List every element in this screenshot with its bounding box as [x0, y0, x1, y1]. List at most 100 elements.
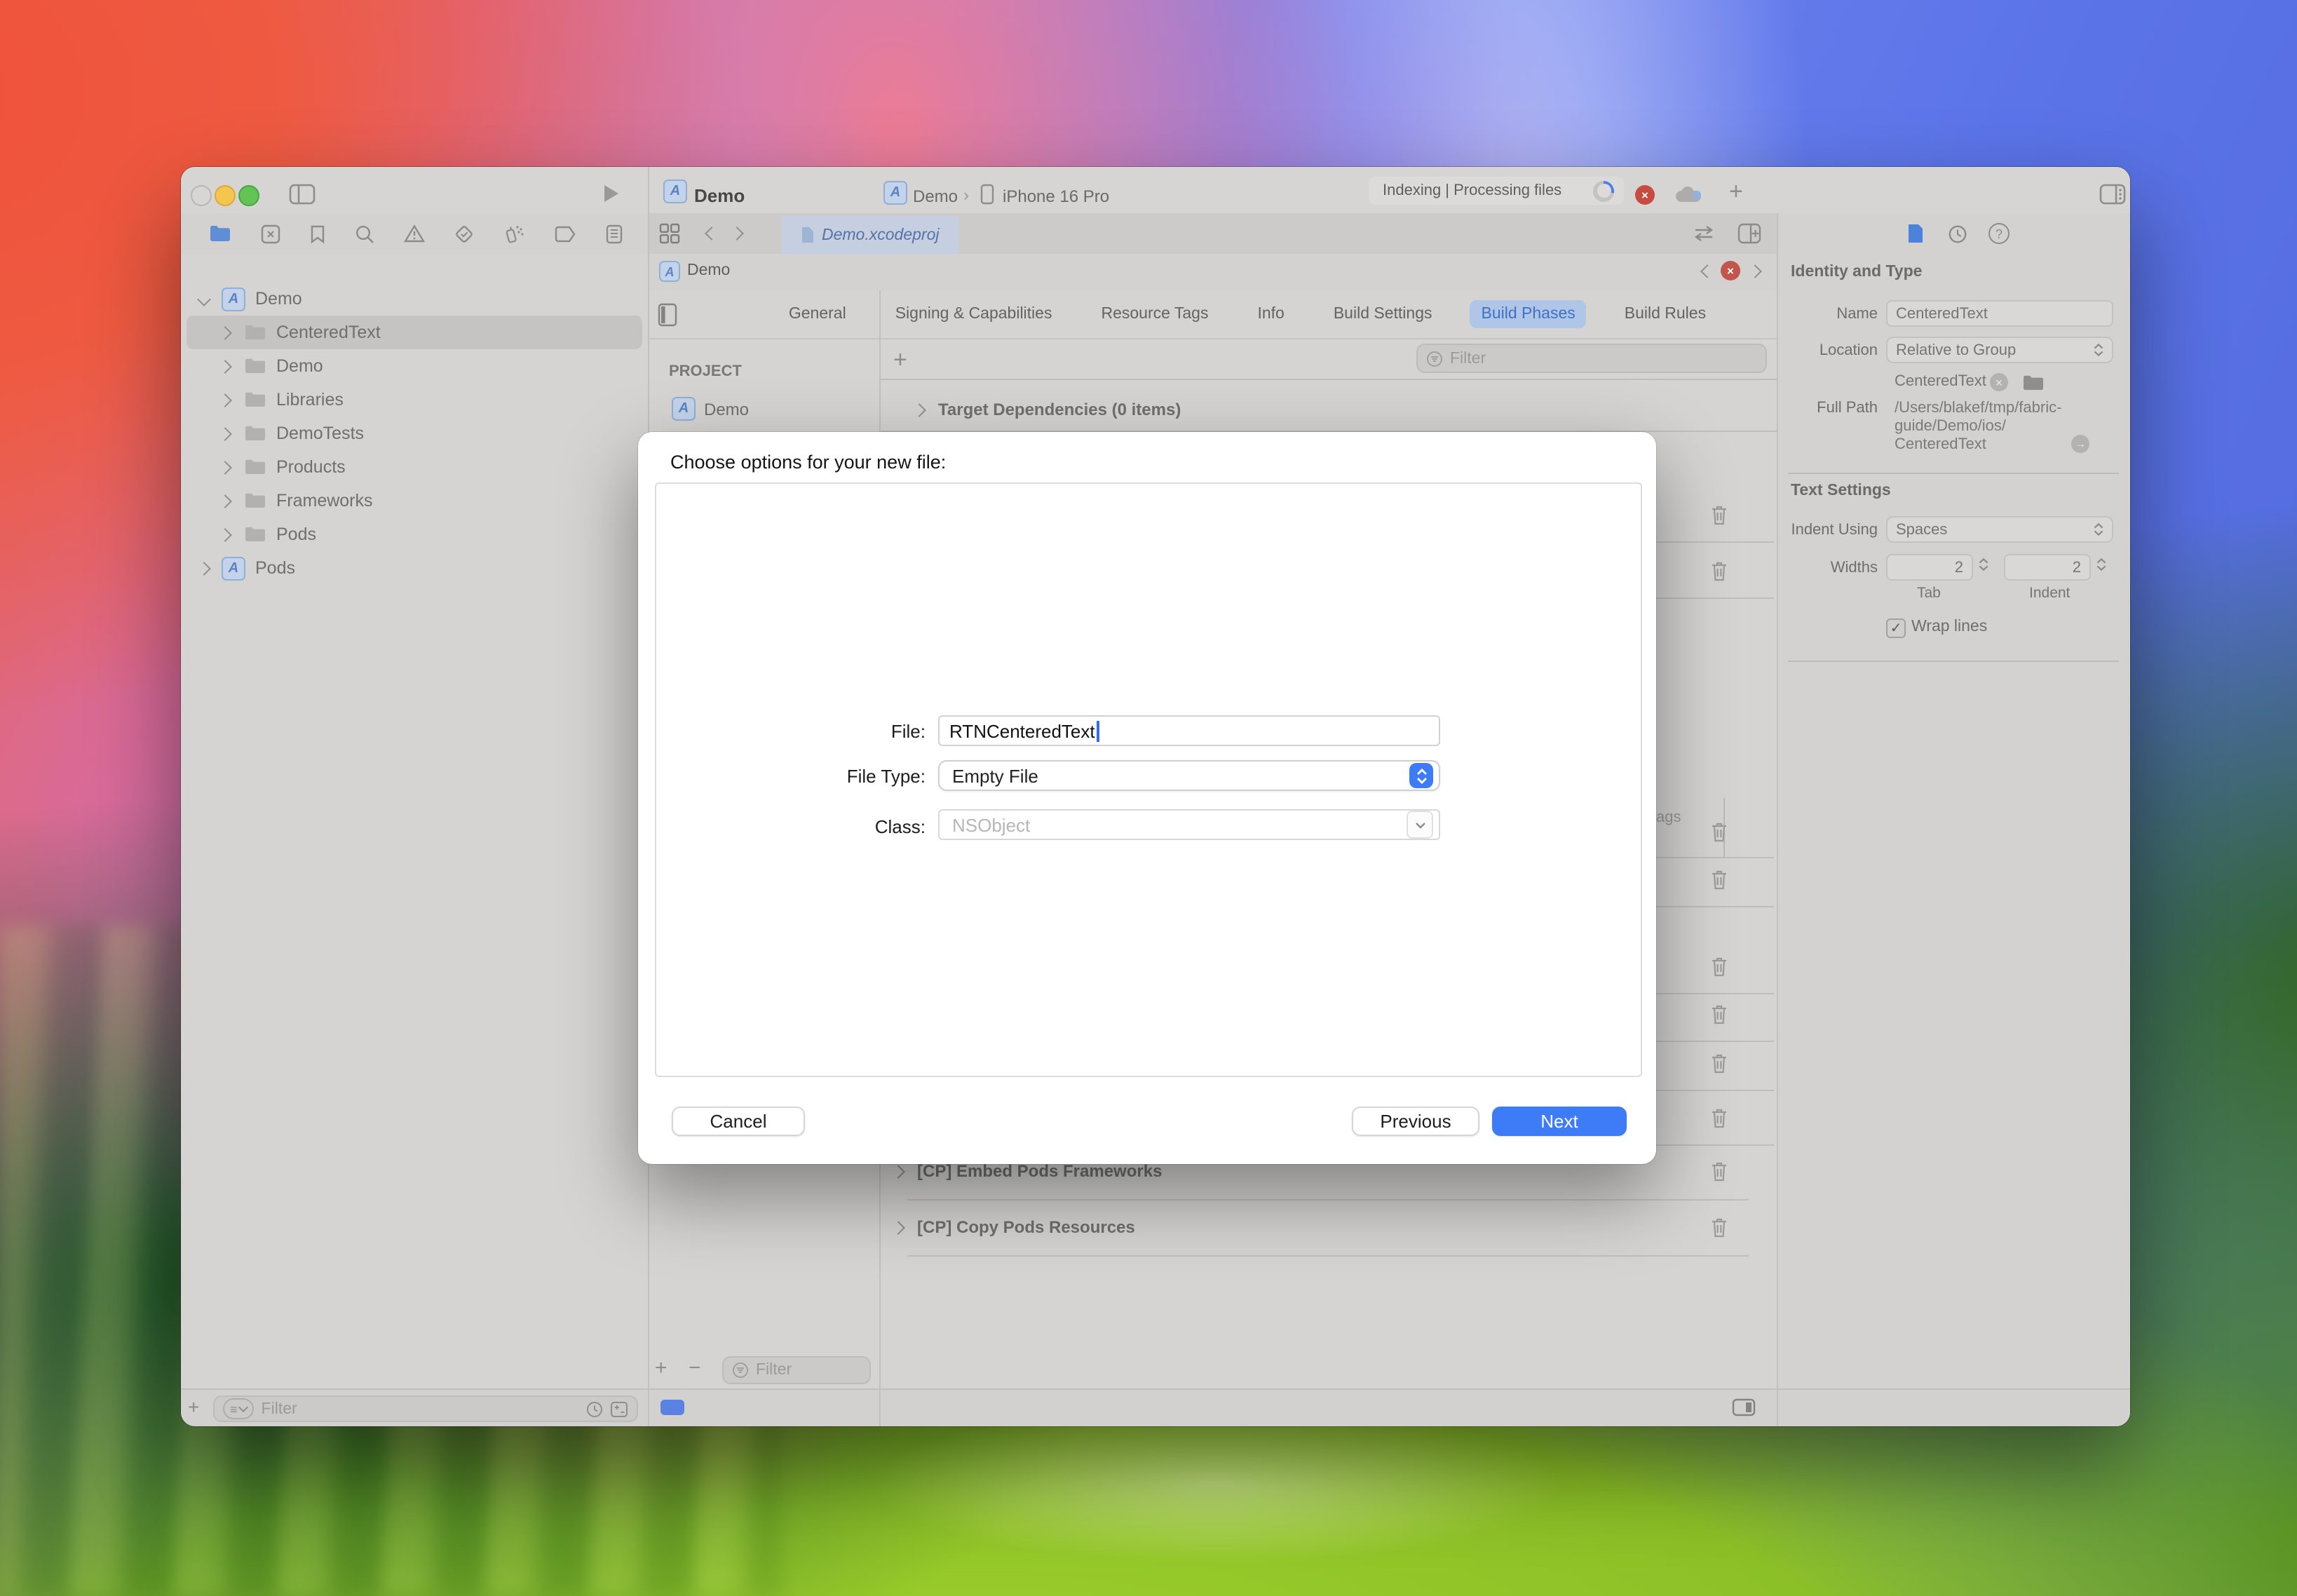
- wrap-lines-checkbox[interactable]: ✓: [1886, 618, 1906, 638]
- popup-stepper-icon: [2094, 523, 2103, 536]
- filter-icon: [732, 1362, 749, 1379]
- full-path-line1: /Users/blakef/tmp/fabric-: [1895, 400, 2061, 417]
- run-button[interactable]: [603, 184, 620, 203]
- changes-navigator-icon[interactable]: [261, 224, 280, 243]
- navigator-filter[interactable]: ≡ Filter: [213, 1395, 638, 1422]
- tab-build-settings[interactable]: Build Settings: [1322, 300, 1444, 328]
- tab-width-stepper[interactable]: [1979, 558, 1988, 571]
- tree-item-demo-project[interactable]: A Demo: [181, 282, 648, 316]
- trash-icon[interactable]: [1709, 503, 1729, 526]
- previous-button[interactable]: Previous: [1352, 1107, 1479, 1136]
- file-type-popup[interactable]: Empty File: [938, 760, 1440, 791]
- trash-icon[interactable]: [1709, 820, 1729, 843]
- zoom-button[interactable]: [238, 185, 259, 206]
- forward-icon[interactable]: [730, 226, 744, 241]
- navigator-add-button[interactable]: +: [188, 1395, 199, 1418]
- trash-icon[interactable]: [1709, 560, 1729, 582]
- row-target-dependencies[interactable]: Target Dependencies (0 items): [914, 400, 1181, 419]
- editor-tab[interactable]: Demo.xcodeproj: [781, 216, 958, 254]
- close-button[interactable]: [191, 185, 212, 206]
- row-copy-pods-resources[interactable]: [CP] Copy Pods Resources: [893, 1217, 1135, 1237]
- trash-icon[interactable]: [1709, 1003, 1729, 1025]
- recent-files-clock-icon[interactable]: [586, 1400, 603, 1417]
- trash-icon[interactable]: [1709, 1052, 1729, 1074]
- add-button[interactable]: +: [1729, 178, 1743, 206]
- tree-item-products[interactable]: Products: [181, 450, 648, 484]
- scheme-separator: ›: [963, 185, 969, 205]
- activity-status-text: Indexing | Processing files: [1383, 182, 1561, 199]
- tree-item-centeredtext[interactable]: CenteredText: [181, 316, 648, 349]
- jumpbar-error-badge[interactable]: ×: [1721, 261, 1740, 280]
- tab-resource-tags[interactable]: Resource Tags: [1090, 300, 1219, 328]
- name-field[interactable]: CenteredText: [1886, 300, 2113, 327]
- tree-item-pods-group[interactable]: Pods: [181, 518, 648, 551]
- location-popup[interactable]: Relative to Group: [1886, 337, 2113, 363]
- report-navigator-icon[interactable]: [606, 224, 623, 243]
- project-pane-remove-button[interactable]: −: [689, 1356, 701, 1380]
- file-type-label: File Type:: [729, 766, 926, 787]
- trash-icon[interactable]: [1709, 1107, 1729, 1129]
- tree-item-frameworks[interactable]: Frameworks: [181, 484, 648, 518]
- full-path-line2: guide/Demo/ios/: [1895, 418, 2006, 435]
- bookmark-navigator-icon[interactable]: [310, 224, 325, 243]
- swap-editor-icon[interactable]: [1693, 224, 1715, 243]
- find-navigator-icon[interactable]: [355, 224, 374, 243]
- open-path-arrow-icon[interactable]: →: [2071, 435, 2089, 453]
- debug-navigator-icon[interactable]: [503, 224, 524, 243]
- file-inspector-icon[interactable]: [1907, 223, 1924, 244]
- class-combobox[interactable]: NSObject: [938, 809, 1440, 840]
- indent-using-popup[interactable]: Spaces: [1886, 516, 2113, 543]
- toggle-inspector-icon[interactable]: [2099, 184, 2126, 205]
- issue-navigator-icon[interactable]: [404, 224, 425, 243]
- trash-icon[interactable]: [1709, 955, 1729, 978]
- show-targets-sidebar-icon[interactable]: [658, 303, 677, 327]
- trash-icon[interactable]: [1709, 1216, 1729, 1238]
- jumpbar-item[interactable]: Demo: [687, 262, 730, 279]
- trash-icon[interactable]: [1709, 1160, 1729, 1182]
- indent-width-stepper[interactable]: [2096, 558, 2106, 571]
- tree-item-pods-project[interactable]: A Pods: [181, 551, 648, 585]
- run-destination[interactable]: iPhone 16 Pro: [1003, 187, 1109, 206]
- trash-icon[interactable]: [1709, 868, 1729, 891]
- add-build-phase-button[interactable]: +: [893, 346, 907, 374]
- history-inspector-icon[interactable]: [1948, 224, 1967, 244]
- minimize-button[interactable]: [215, 185, 236, 206]
- tab-width-field[interactable]: 2: [1886, 554, 1973, 581]
- back-icon[interactable]: [705, 226, 719, 241]
- add-editor-icon[interactable]: [1737, 223, 1761, 244]
- full-path-label: Full Path: [1788, 400, 1878, 417]
- project-pane-item[interactable]: A Demo: [672, 397, 749, 421]
- cancel-button[interactable]: Cancel: [672, 1107, 805, 1136]
- tab-build-rules[interactable]: Build Rules: [1613, 300, 1717, 328]
- file-name-input[interactable]: RTNCenteredText: [938, 715, 1440, 746]
- quick-help-inspector-icon[interactable]: ?: [1988, 223, 2010, 244]
- tree-item-demo-group[interactable]: Demo: [181, 349, 648, 383]
- next-button[interactable]: Next: [1492, 1107, 1627, 1136]
- editor-options-icon[interactable]: [1732, 1398, 1756, 1416]
- project-pane-filter[interactable]: Filter: [722, 1356, 871, 1384]
- indent-width-field[interactable]: 2: [2004, 554, 2091, 581]
- navigator-icon-bar: [181, 213, 648, 254]
- build-phases-filter[interactable]: Filter: [1416, 344, 1767, 373]
- tree-item-demotests[interactable]: DemoTests: [181, 417, 648, 450]
- tab-general[interactable]: General: [778, 300, 858, 328]
- test-navigator-icon[interactable]: [454, 224, 474, 243]
- project-navigator-icon[interactable]: [209, 224, 231, 243]
- jumpbar-next-issue-icon[interactable]: [1748, 264, 1762, 278]
- error-badge[interactable]: ×: [1635, 185, 1655, 205]
- breakpoint-navigator-icon[interactable]: [554, 225, 576, 242]
- source-control-status-icon[interactable]: [610, 1400, 628, 1417]
- project-pane-add-button[interactable]: +: [655, 1356, 668, 1380]
- toggle-navigator-icon[interactable]: [289, 184, 316, 205]
- breakpoint-indicator[interactable]: [660, 1400, 684, 1415]
- choose-folder-icon[interactable]: [2022, 374, 2045, 391]
- tree-item-libraries[interactable]: Libraries: [181, 383, 648, 417]
- scheme-name[interactable]: Demo: [913, 187, 958, 206]
- jumpbar-prev-issue-icon[interactable]: [1700, 264, 1714, 278]
- tab-signing[interactable]: Signing & Capabilities: [884, 300, 1064, 328]
- tab-info[interactable]: Info: [1246, 300, 1295, 328]
- clear-icon[interactable]: ×: [1990, 373, 2008, 391]
- tab-build-phases[interactable]: Build Phases: [1470, 300, 1587, 328]
- row-embed-pods-frameworks[interactable]: [CP] Embed Pods Frameworks: [893, 1161, 1162, 1181]
- minimap-grid-icon[interactable]: [659, 223, 680, 244]
